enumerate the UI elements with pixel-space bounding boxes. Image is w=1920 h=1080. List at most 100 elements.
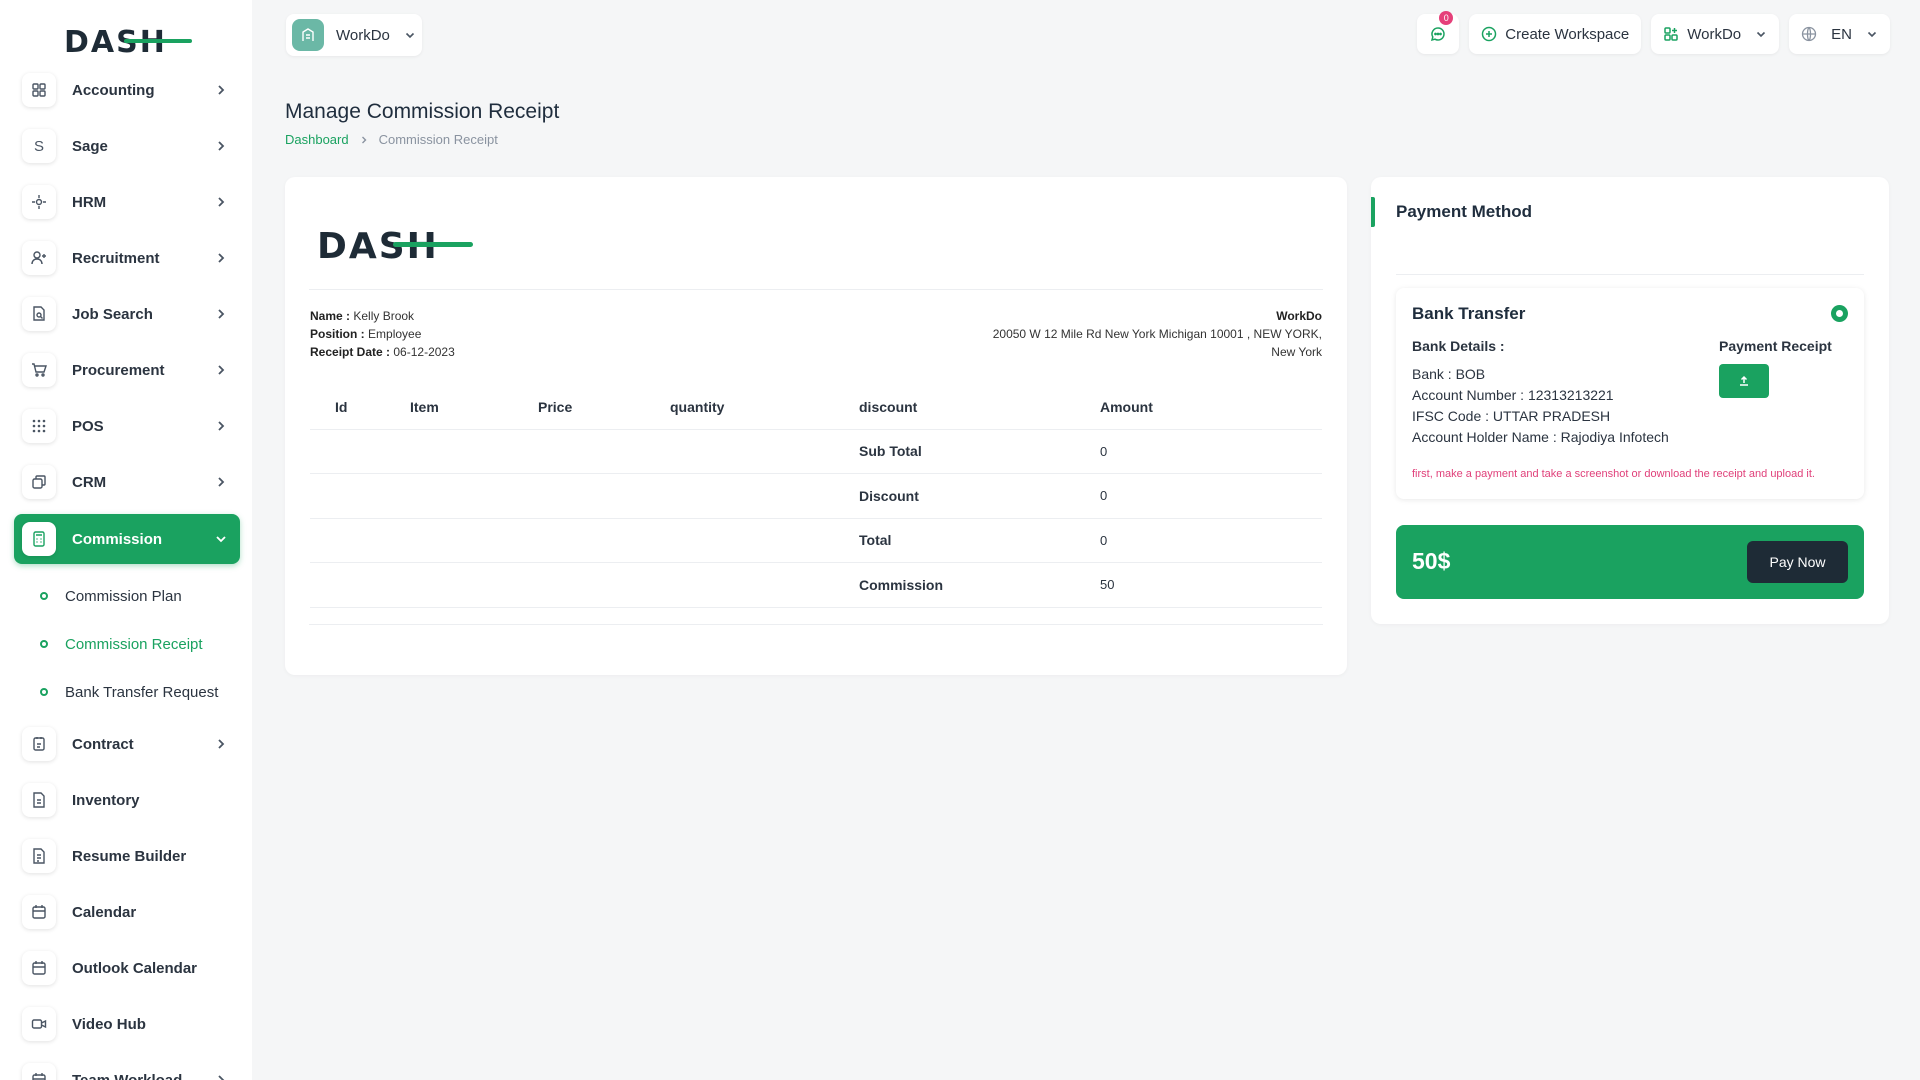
bank-transfer-title: Bank Transfer [1412, 304, 1526, 323]
discount-label: Discount [859, 473, 1100, 519]
breadcrumb-current: Commission Receipt [378, 132, 498, 147]
document-icon [22, 839, 56, 873]
topbar-actions: 0 Create Workspace WorkDo EN [1417, 11, 1890, 54]
sidebar-item-pos[interactable]: POS [14, 402, 240, 450]
sidebar-item-label: Procurement [72, 361, 165, 379]
sidebar-item-label: Sage [72, 137, 108, 155]
sidebar-item-procurement[interactable]: Procurement [14, 346, 240, 394]
sidebar-subitem-bank-transfer-request[interactable]: Bank Transfer Request [14, 668, 240, 716]
sidebar-item-label: Team Workload [72, 1071, 183, 1080]
chevron-right-icon [218, 85, 225, 95]
receipt-company-info: WorkDo 20050 W 12 Mile Rd New York Michi… [993, 307, 1322, 361]
sidebar-item-inventory[interactable]: Inventory [14, 776, 240, 824]
sidebar-item-resume-builder[interactable]: Resume Builder [14, 832, 240, 880]
sidebar-item-recruitment[interactable]: Recruitment [14, 234, 240, 282]
sidebar-item-commission[interactable]: Commission [14, 514, 240, 564]
notifications-button[interactable]: 0 [1417, 11, 1460, 54]
dash-logo: DASH [317, 226, 473, 265]
sidebar-item-outlook-calendar[interactable]: Outlook Calendar [14, 944, 240, 992]
sidebar-item-label: Video Hub [72, 1015, 146, 1033]
sidebar-subitem-commission-plan[interactable]: Commission Plan [14, 572, 240, 620]
s-letter-icon: S [22, 129, 56, 163]
chevron-right-icon [218, 421, 225, 431]
upload-icon [1740, 375, 1748, 386]
table-row: Commission 50 [310, 562, 1322, 608]
bank-transfer-radio[interactable] [1831, 305, 1848, 322]
sidebar: DASH Accounting S Sage HRM Recruitment J… [0, 0, 252, 1080]
create-workspace-button[interactable]: Create Workspace [1469, 14, 1642, 54]
column-header-quantity: quantity [670, 385, 859, 430]
column-header-discount: discount [859, 385, 1100, 430]
sidebar-item-label: Job Search [72, 305, 153, 323]
position-label: Position : [310, 327, 365, 341]
breadcrumb-dashboard-link[interactable]: Dashboard [285, 132, 349, 147]
pay-now-button[interactable]: Pay Now [1747, 541, 1848, 583]
calculator-icon [22, 522, 56, 556]
document-icon [22, 783, 56, 817]
divider [309, 624, 1323, 625]
language-code: EN [1831, 25, 1852, 43]
company-switcher[interactable]: WorkDo [1651, 14, 1780, 54]
sidebar-item-label: Accounting [72, 81, 155, 99]
sidebar-item-label: Outlook Calendar [72, 959, 198, 977]
chevron-right-icon [218, 141, 225, 151]
chevron-down-icon [216, 536, 226, 543]
recipient-name: Kelly Brook [353, 309, 415, 323]
table-row: Sub Total 0 [310, 429, 1322, 474]
sidebar-item-calendar[interactable]: Calendar [14, 888, 240, 936]
video-icon [22, 1007, 56, 1041]
bank-name: Bank : BOB [1412, 366, 1486, 382]
table-row: Discount 0 [310, 473, 1322, 519]
sidebar-item-video-hub[interactable]: Video Hub [14, 1000, 240, 1048]
bank-transfer-option[interactable]: Bank Transfer Bank Details : Bank : BOB … [1396, 288, 1864, 499]
sidebar-item-sage[interactable]: S Sage [14, 122, 240, 170]
page-title: Manage Commission Receipt [285, 100, 560, 123]
receipt-items-table: Id Item Price quantity discount Amount S… [310, 385, 1322, 608]
column-header-price: Price [538, 385, 670, 430]
column-header-id: Id [310, 385, 410, 430]
company-name: WorkDo [1276, 309, 1322, 323]
account-holder-name: Account Holder Name : Rajodiya Infotech [1412, 429, 1669, 445]
bullet-icon [40, 688, 48, 696]
receipt-date-label: Receipt Date : [310, 345, 391, 359]
commission-label: Commission [859, 562, 1100, 608]
calendar-icon [22, 1063, 56, 1080]
dash-logo[interactable]: DASH [64, 24, 194, 58]
sidebar-item-label: HRM [72, 193, 107, 211]
bank-details: Bank : BOB Account Number : 12313213221 … [1412, 364, 1669, 448]
sidebar-item-crm[interactable]: CRM [14, 458, 240, 506]
discount-value: 0 [1100, 473, 1322, 519]
payment-amount: 50$ [1412, 548, 1451, 574]
workspace-switcher[interactable]: WorkDo [286, 14, 422, 56]
chevron-down-icon [405, 32, 414, 39]
total-label: Total [859, 518, 1100, 563]
sidebar-item-label: POS [72, 417, 104, 435]
table-row: Total 0 [310, 518, 1322, 563]
ifsc-code: IFSC Code : UTTAR PRADESH [1412, 408, 1611, 424]
company-address-line2: New York [1271, 345, 1322, 359]
notification-badge: 0 [1439, 11, 1454, 25]
bullet-icon [40, 592, 48, 600]
language-switcher[interactable]: EN [1789, 14, 1890, 54]
sidebar-item-job-search[interactable]: Job Search [14, 290, 240, 338]
workspace-name: WorkDo [336, 26, 390, 44]
sidebar-item-accounting[interactable]: Accounting [14, 70, 240, 110]
sidebar-item-label: Calendar [72, 903, 137, 921]
sidebar-subitem-label: Bank Transfer Request [65, 683, 219, 701]
column-header-amount: Amount [1100, 385, 1322, 430]
sidebar-subitem-commission-receipt[interactable]: Commission Receipt [14, 620, 240, 668]
company-name: WorkDo [1687, 25, 1742, 43]
file-search-icon [22, 297, 56, 331]
sidebar-item-hrm[interactable]: HRM [14, 178, 240, 226]
payment-method-card: Payment Method Bank Transfer Bank Detail… [1371, 177, 1889, 624]
sidebar-item-contract[interactable]: Contract [14, 720, 240, 768]
calendar-icon [22, 951, 56, 985]
contract-icon [22, 727, 56, 761]
payment-instruction-note: first, make a payment and take a screens… [1412, 468, 1815, 480]
upload-receipt-button[interactable] [1719, 364, 1769, 398]
payment-receipt-label: Payment Receipt [1719, 338, 1832, 354]
chevron-down-icon [1867, 31, 1877, 38]
apps-icon [1664, 27, 1678, 41]
table-header-row: Id Item Price quantity discount Amount [310, 385, 1322, 430]
sidebar-item-team-workload[interactable]: Team Workload [14, 1056, 240, 1080]
